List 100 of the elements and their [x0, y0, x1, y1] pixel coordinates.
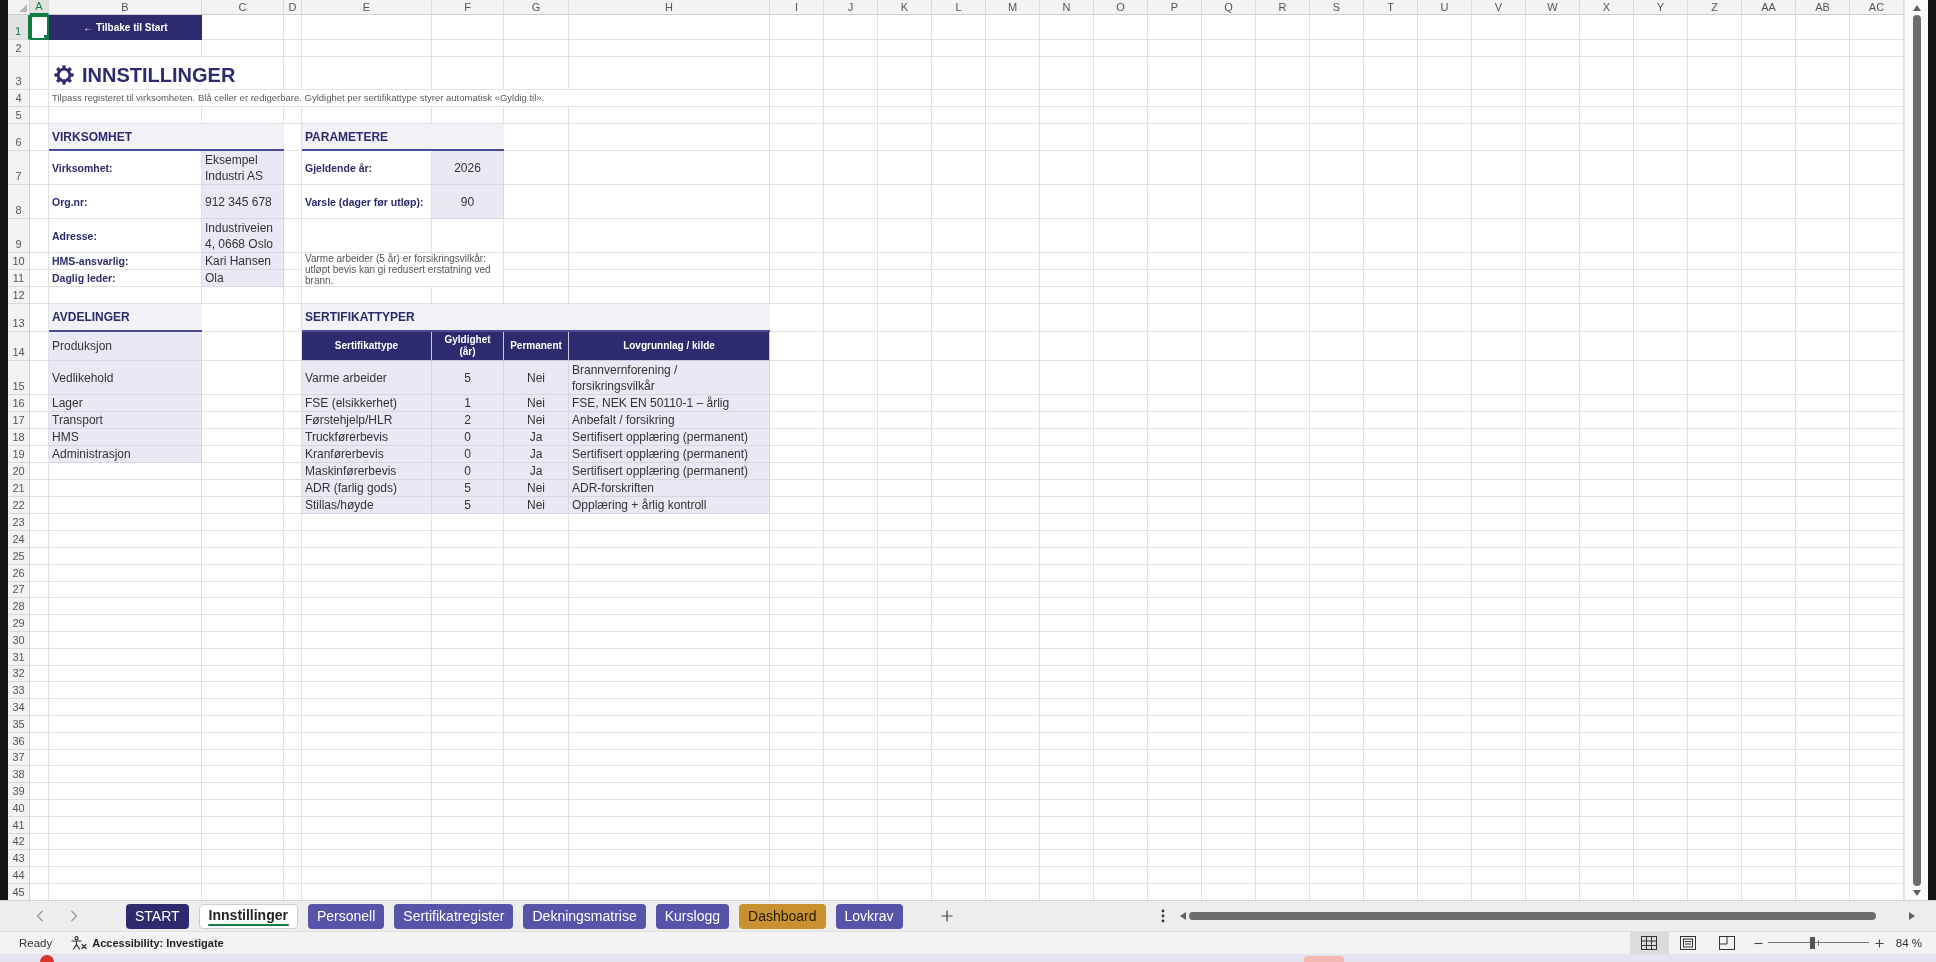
row-header[interactable]: 28 [8, 598, 30, 615]
column-header[interactable]: P [1148, 0, 1202, 15]
column-header[interactable]: Y [1634, 0, 1688, 15]
row-header[interactable]: 25 [8, 548, 30, 565]
column-header[interactable]: I [770, 0, 824, 15]
row-header[interactable]: 4 [8, 90, 30, 107]
row-header[interactable]: 6 [8, 124, 30, 151]
column-header[interactable]: D [284, 0, 302, 15]
accessibility-icon[interactable] [71, 936, 88, 950]
view-button[interactable] [1629, 932, 1669, 954]
row-header[interactable]: 35 [8, 716, 30, 733]
column-header[interactable]: L [932, 0, 986, 15]
row-header[interactable]: 9 [8, 219, 30, 253]
row-header[interactable]: 45 [8, 884, 30, 900]
plus-icon[interactable] [941, 910, 953, 922]
right-arrow-icon[interactable] [1909, 912, 1915, 920]
row-header[interactable]: 39 [8, 783, 30, 800]
row-header[interactable]: 26 [8, 565, 30, 582]
column-header[interactable]: U [1418, 0, 1472, 15]
row-header[interactable]: 40 [8, 800, 30, 817]
column-header[interactable]: M [986, 0, 1040, 15]
sheet-tab[interactable]: START [126, 903, 189, 929]
sheet-tab[interactable]: Dashboard [739, 903, 826, 929]
sheet-tab[interactable]: Personell [307, 903, 385, 929]
zoom-level[interactable]: 84 % [1895, 937, 1922, 949]
column-header[interactable]: K [878, 0, 932, 15]
row-header[interactable]: 44 [8, 867, 30, 884]
vertical-scrollbar[interactable] [1904, 0, 1928, 900]
column-header[interactable]: T [1364, 0, 1418, 15]
row-header[interactable]: 7 [8, 151, 30, 185]
row-header[interactable]: 36 [8, 733, 30, 750]
row-header[interactable]: 13 [8, 304, 30, 332]
row-header[interactable]: 31 [8, 649, 30, 666]
more-icon[interactable] [1161, 909, 1165, 923]
sheet-tab[interactable]: Lovkrav [835, 903, 903, 929]
row-header[interactable]: 18 [8, 429, 30, 446]
row-header[interactable]: 3 [8, 57, 30, 90]
row-header[interactable]: 19 [8, 446, 30, 463]
row-header[interactable]: 23 [8, 514, 30, 531]
row-header[interactable]: 17 [8, 412, 30, 429]
column-header[interactable]: AC [1850, 0, 1904, 15]
row-header[interactable]: 29 [8, 615, 30, 632]
row-header[interactable]: 41 [8, 817, 30, 834]
sheet-tab[interactable]: Kurslogg [655, 903, 729, 929]
column-header[interactable]: F [432, 0, 504, 15]
row-header[interactable]: 14 [8, 332, 30, 361]
sheet-tab[interactable]: Dekningsmatrise [523, 903, 646, 929]
sheet-tab[interactable]: Sertifikatregister [394, 903, 514, 929]
scrollbar-thumb[interactable] [1189, 912, 1876, 920]
row-header[interactable]: 27 [8, 582, 30, 598]
sheet-tab[interactable]: Innstillinger [198, 903, 298, 929]
column-header[interactable]: B [49, 0, 202, 15]
row-header[interactable]: 34 [8, 699, 30, 716]
row-header[interactable]: 12 [8, 287, 30, 304]
column-header[interactable]: Z [1688, 0, 1742, 15]
column-header[interactable]: AA [1742, 0, 1796, 15]
row-header[interactable]: 2 [8, 40, 30, 57]
row-header[interactable]: 15 [8, 361, 30, 395]
column-header[interactable]: E [302, 0, 432, 15]
row-header[interactable]: 38 [8, 766, 30, 783]
column-header[interactable]: R [1256, 0, 1310, 15]
column-header[interactable]: Q [1202, 0, 1256, 15]
row-header[interactable]: 32 [8, 666, 30, 682]
row-header[interactable]: 16 [8, 395, 30, 412]
accessibility-status[interactable]: Accessibility: Investigate [92, 937, 224, 949]
row-header[interactable]: 20 [8, 463, 30, 480]
row-header[interactable]: 43 [8, 850, 30, 867]
up-arrow-icon[interactable] [1912, 5, 1921, 11]
slider-thumb[interactable] [1810, 937, 1815, 949]
app-icon[interactable] [40, 955, 54, 962]
column-header[interactable]: O [1094, 0, 1148, 15]
column-header[interactable]: W [1526, 0, 1580, 15]
back-button[interactable]: ← Tilbake til Start [49, 15, 202, 40]
column-header[interactable]: X [1580, 0, 1634, 15]
column-header[interactable]: C [202, 0, 284, 15]
zoom-slider[interactable] [1767, 937, 1869, 949]
row-header[interactable]: 8 [8, 185, 30, 219]
row-header[interactable]: 21 [8, 480, 30, 497]
row-header[interactable]: 5 [8, 107, 30, 124]
column-header[interactable]: H [569, 0, 770, 15]
column-header[interactable]: J [824, 0, 878, 15]
row-header[interactable]: 1 [8, 15, 30, 40]
row-header[interactable]: 37 [8, 750, 30, 766]
column-header[interactable]: N [1040, 0, 1094, 15]
column-header[interactable]: G [504, 0, 569, 15]
row-header[interactable]: 33 [8, 682, 30, 699]
left-arrow-icon[interactable] [1180, 912, 1186, 920]
scrollbar-thumb[interactable] [1912, 15, 1921, 886]
row-header[interactable]: 11 [8, 270, 30, 287]
column-header[interactable]: S [1310, 0, 1364, 15]
row-header[interactable]: 24 [8, 531, 30, 548]
column-header[interactable]: V [1472, 0, 1526, 15]
plus-icon[interactable] [1874, 938, 1884, 948]
row-header[interactable]: 42 [8, 834, 30, 850]
row-header[interactable]: 30 [8, 632, 30, 649]
row-header[interactable]: 22 [8, 497, 30, 514]
row-header[interactable]: 10 [8, 253, 30, 270]
column-header[interactable]: AB [1796, 0, 1850, 15]
column-header[interactable]: A [30, 0, 49, 15]
down-arrow-icon[interactable] [1912, 890, 1921, 896]
